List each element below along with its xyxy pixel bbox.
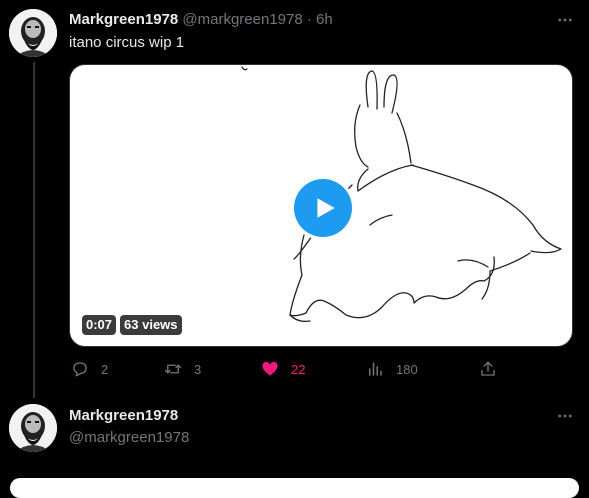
play-button[interactable] bbox=[294, 179, 352, 237]
video-views: 63 views bbox=[120, 315, 182, 335]
heart-icon bbox=[262, 361, 278, 376]
like-button[interactable]: 22 bbox=[261, 360, 305, 378]
reply-icon bbox=[73, 362, 87, 377]
like-count: 22 bbox=[291, 361, 306, 377]
retweet-button[interactable]: 3 bbox=[164, 360, 201, 378]
retweet-count: 3 bbox=[194, 361, 202, 377]
tweet-text: itano circus wip 1 bbox=[69, 34, 185, 51]
views-button[interactable]: 180 bbox=[366, 360, 418, 378]
video-badges: 0:07 63 views bbox=[82, 315, 182, 335]
reply-composer-card[interactable] bbox=[10, 478, 579, 498]
more-icon bbox=[558, 414, 572, 418]
user-handle[interactable]: @markgreen1978 bbox=[182, 11, 302, 28]
more-icon bbox=[558, 18, 572, 22]
views-count: 180 bbox=[396, 361, 418, 377]
display-name[interactable]: Markgreen1978 bbox=[69, 407, 178, 424]
video-duration: 0:07 bbox=[82, 315, 117, 335]
video-player[interactable]: 0:07 63 views bbox=[69, 64, 573, 347]
user-handle[interactable]: @markgreen1978 bbox=[69, 429, 189, 446]
avatar[interactable] bbox=[9, 9, 57, 57]
views-icon bbox=[369, 362, 382, 376]
more-options-button[interactable] bbox=[555, 406, 575, 426]
retweet-icon bbox=[164, 364, 182, 374]
avatar-portrait-icon bbox=[9, 404, 57, 452]
share-button[interactable] bbox=[479, 360, 497, 378]
share-icon bbox=[481, 361, 495, 376]
thread-connector-line bbox=[33, 62, 35, 398]
display-name[interactable]: Markgreen1978 bbox=[69, 11, 178, 28]
avatar[interactable] bbox=[9, 404, 57, 452]
play-icon bbox=[317, 198, 335, 218]
more-options-button[interactable] bbox=[555, 10, 575, 30]
tweet-actions-bar: 2 3 22 180 bbox=[69, 360, 501, 382]
avatar-portrait-icon bbox=[9, 9, 57, 57]
separator-dot: · bbox=[306, 11, 312, 28]
tweet-header: Markgreen1978 @markgreen1978 · 6h bbox=[69, 11, 333, 28]
reply-count: 2 bbox=[101, 361, 109, 377]
timestamp[interactable]: 6h bbox=[316, 11, 333, 28]
reply-button[interactable]: 2 bbox=[71, 360, 108, 378]
